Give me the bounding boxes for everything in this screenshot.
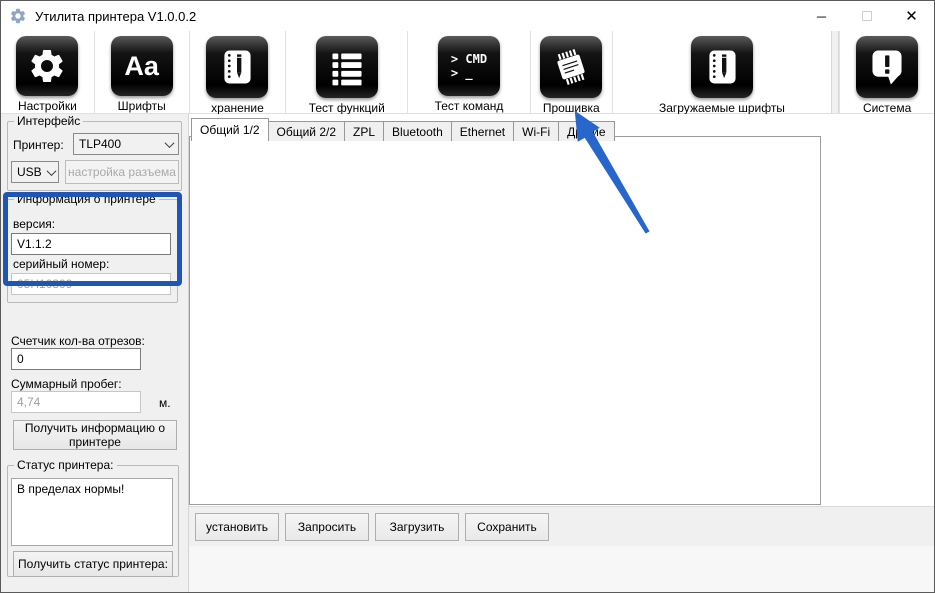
chip-icon — [540, 36, 602, 98]
toolbar-button-storage[interactable]: хранение — [189, 31, 286, 113]
printer-select[interactable]: TLP400 — [73, 133, 179, 155]
get-printer-info-button[interactable]: Получить информацию о принтере — [13, 420, 177, 450]
tab-panel — [189, 136, 821, 505]
bottom-button[interactable]: Сохранить — [465, 513, 549, 541]
app-gear-icon — [9, 7, 27, 25]
cut-counter-field[interactable]: 0 — [11, 348, 141, 370]
serial-label: серийный номер: — [13, 257, 109, 271]
mileage-label: Суммарный пробег: — [11, 377, 122, 391]
group-title: Информация о принтере — [14, 192, 159, 206]
cmd-icon: > CMD> _ — [438, 36, 500, 96]
bottom-button[interactable]: Запросить — [285, 513, 369, 541]
app-window: Утилита принтера V1.0.0.2 ─ ✕ Настройки … — [0, 0, 935, 593]
alert-bubble-icon — [856, 36, 918, 98]
mileage-unit: м. — [159, 396, 171, 410]
toolbar-button-function-test[interactable]: Тест функций — [285, 31, 407, 113]
list-icon — [316, 36, 378, 98]
version-field[interactable]: V1.1.2 — [11, 233, 171, 255]
tab[interactable]: Ethernet — [451, 121, 514, 141]
printer-label: Принтер: — [13, 138, 64, 152]
version-label: версия: — [13, 217, 55, 231]
bottom-button[interactable]: Загрузить — [375, 513, 459, 541]
title-bar: Утилита принтера V1.0.0.2 ─ ✕ — [1, 1, 934, 31]
toolbar-spacer — [831, 31, 839, 113]
tab[interactable]: Общий 2/2 — [268, 121, 346, 141]
notebook-pencil-icon — [206, 36, 268, 98]
toolbar-label: хранение — [211, 101, 264, 115]
toolbar-button-settings[interactable]: Настройки — [1, 31, 94, 113]
toolbar-button-fonts[interactable]: Aa Шрифты — [94, 31, 189, 113]
group-title: Статус принтера: — [14, 458, 117, 472]
toolbar-button-loadable-fonts[interactable]: Загружаемые шрифты — [612, 31, 832, 113]
chevron-down-icon — [46, 166, 56, 176]
get-printer-status-button[interactable]: Получить статус принтера: — [13, 551, 173, 577]
toolbar-button-system[interactable]: Система — [839, 31, 934, 113]
chevron-down-icon — [165, 138, 175, 148]
gear-icon — [16, 36, 78, 96]
tab[interactable]: Другие — [558, 121, 614, 141]
toolbar-button-firmware[interactable]: Прошивка — [530, 31, 612, 113]
port-select[interactable]: USB — [11, 161, 59, 183]
bottom-button[interactable]: установить — [195, 513, 279, 541]
cut-counter-label: Счетчик кол-ва отрезов: — [11, 334, 145, 348]
bottom-margin — [189, 546, 935, 593]
toolbar-label: Система — [863, 101, 911, 115]
toolbar-label: Настройки — [18, 99, 77, 113]
fonts-icon: Aa — [111, 36, 173, 96]
toolbar: Настройки Aa Шрифты хранение Тест функци… — [1, 31, 934, 114]
toolbar-label: Загружаемые шрифты — [659, 101, 785, 115]
maximize-icon — [862, 11, 872, 21]
toolbar-label: Прошивка — [543, 101, 600, 115]
notebook-pencil-icon — [691, 36, 753, 98]
serial-field: 05H10309 — [11, 273, 171, 295]
tab[interactable]: Bluetooth — [383, 121, 452, 141]
close-button[interactable]: ✕ — [889, 1, 934, 31]
port-config-button: настройка разъема — [65, 160, 179, 184]
toolbar-label: Тест функций — [309, 101, 385, 115]
bottom-toolbar: установить Запросить Загрузить Сохранить — [189, 506, 935, 546]
sidebar: Интерфейс Принтер: TLP400 USB настройка … — [1, 114, 189, 593]
window-title: Утилита принтера V1.0.0.2 — [35, 9, 196, 24]
group-title: Интерфейс — [14, 114, 83, 128]
tab[interactable]: ZPL — [344, 121, 384, 141]
minimize-button[interactable]: ─ — [799, 1, 844, 31]
tab[interactable]: Wi-Fi — [513, 121, 559, 141]
maximize-button — [844, 1, 889, 31]
toolbar-label: Тест команд — [435, 99, 504, 113]
tab[interactable]: Общий 1/2 — [191, 118, 269, 141]
mileage-field: 4,74 — [11, 391, 141, 413]
printer-status-field[interactable]: В пределах нормы! — [11, 478, 173, 546]
toolbar-label: Шрифты — [118, 99, 166, 113]
tab-bar: Общий 1/2 Общий 2/2 ZPL Bluetooth Ethern… — [191, 118, 614, 141]
toolbar-button-command-test[interactable]: > CMD> _ Тест команд — [407, 31, 530, 113]
